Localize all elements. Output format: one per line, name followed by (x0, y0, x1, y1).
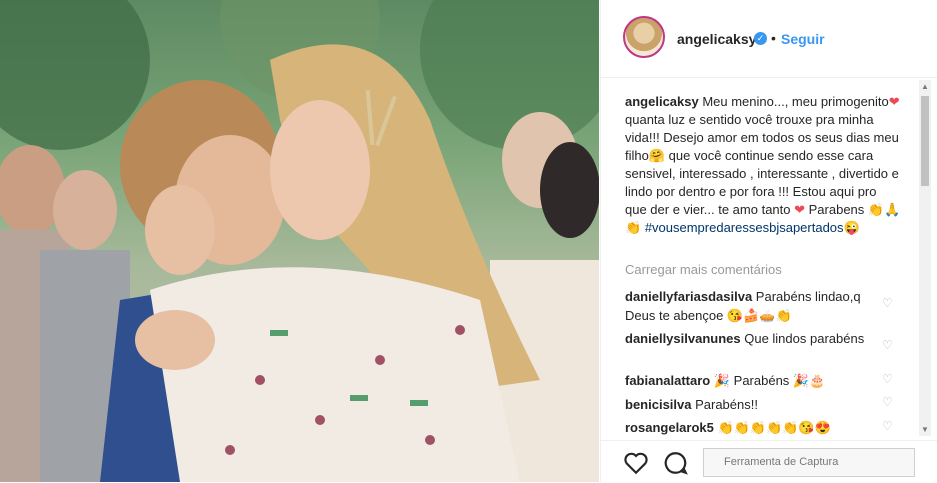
comment-text: 👏👏👏👏👏😘😍 (713, 420, 831, 435)
post-sidebar: angelicaksy ✓ • Seguir angelicaksy Meu m… (600, 0, 937, 482)
like-comment-heart-icon[interactable]: ♡ (882, 396, 893, 408)
follow-button[interactable]: Seguir (781, 31, 825, 47)
comment-item: rosangelarok5 👏👏👏👏👏😘😍 (625, 418, 875, 437)
red-heart-emoji-2: ❤ (794, 202, 806, 217)
username-link[interactable]: angelicaksy (677, 31, 756, 47)
comment-icon[interactable] (663, 450, 689, 476)
caption-text-1: Meu menino..., meu primogenito (698, 94, 889, 109)
load-more-comments[interactable]: Carregar mais comentários (625, 262, 782, 277)
comment-item: daniellyfariasdasilva Parabéns lindao,q … (625, 287, 875, 325)
post-photo[interactable] (0, 0, 599, 482)
caption: angelicaksy Meu menino..., meu primogeni… (625, 93, 901, 237)
comment-item: fabianalattaro 🎉 Parabéns 🎉🎂 (625, 371, 875, 390)
caption-username[interactable]: angelicaksy (625, 94, 699, 109)
comment-text: Que lindos parabéns (740, 331, 865, 346)
comment-text: 🎉 Parabéns 🎉🎂 (710, 373, 826, 388)
like-comment-heart-icon[interactable]: ♡ (882, 373, 893, 385)
scrollbar-thumb[interactable] (921, 96, 929, 186)
comment-username[interactable]: benicisilva (625, 397, 691, 412)
comment-username[interactable]: fabianalattaro (625, 373, 710, 388)
comment-username[interactable]: daniellyfariasdasilva (625, 289, 752, 304)
hashtag-link[interactable]: #vousempredaressesbjsapertados (645, 220, 844, 235)
comments-scrollbar[interactable]: ▲ ▼ (919, 80, 931, 436)
comment-item: benicisilva Parabéns!! (625, 395, 875, 414)
comment-text: Parabéns!! (691, 397, 758, 412)
capture-tool-tooltip: Ferramenta de Captura (703, 448, 915, 477)
photo-illustration (0, 0, 599, 482)
verified-icon: ✓ (754, 32, 767, 45)
comment-username[interactable]: daniellysilvanunes (625, 331, 741, 346)
comment-item: daniellysilvanunes Que lindos parabéns (625, 329, 875, 348)
red-heart-emoji: ❤ (888, 94, 900, 109)
caption-emoji-end: 😜 (843, 220, 860, 235)
comment-username[interactable]: rosangelarok5 (625, 420, 714, 435)
like-comment-heart-icon[interactable]: ♡ (882, 297, 893, 309)
post-header: angelicaksy ✓ • Seguir (601, 0, 937, 78)
scroll-down-icon[interactable]: ▼ (921, 425, 929, 434)
heart-icon[interactable] (623, 450, 649, 476)
like-comment-heart-icon[interactable]: ♡ (882, 420, 893, 432)
like-comment-heart-icon[interactable]: ♡ (882, 339, 893, 351)
scroll-up-icon[interactable]: ▲ (921, 82, 929, 91)
avatar[interactable] (623, 16, 665, 58)
separator-dot: • (771, 30, 776, 46)
hug-emoji: 🤗 (648, 148, 666, 163)
